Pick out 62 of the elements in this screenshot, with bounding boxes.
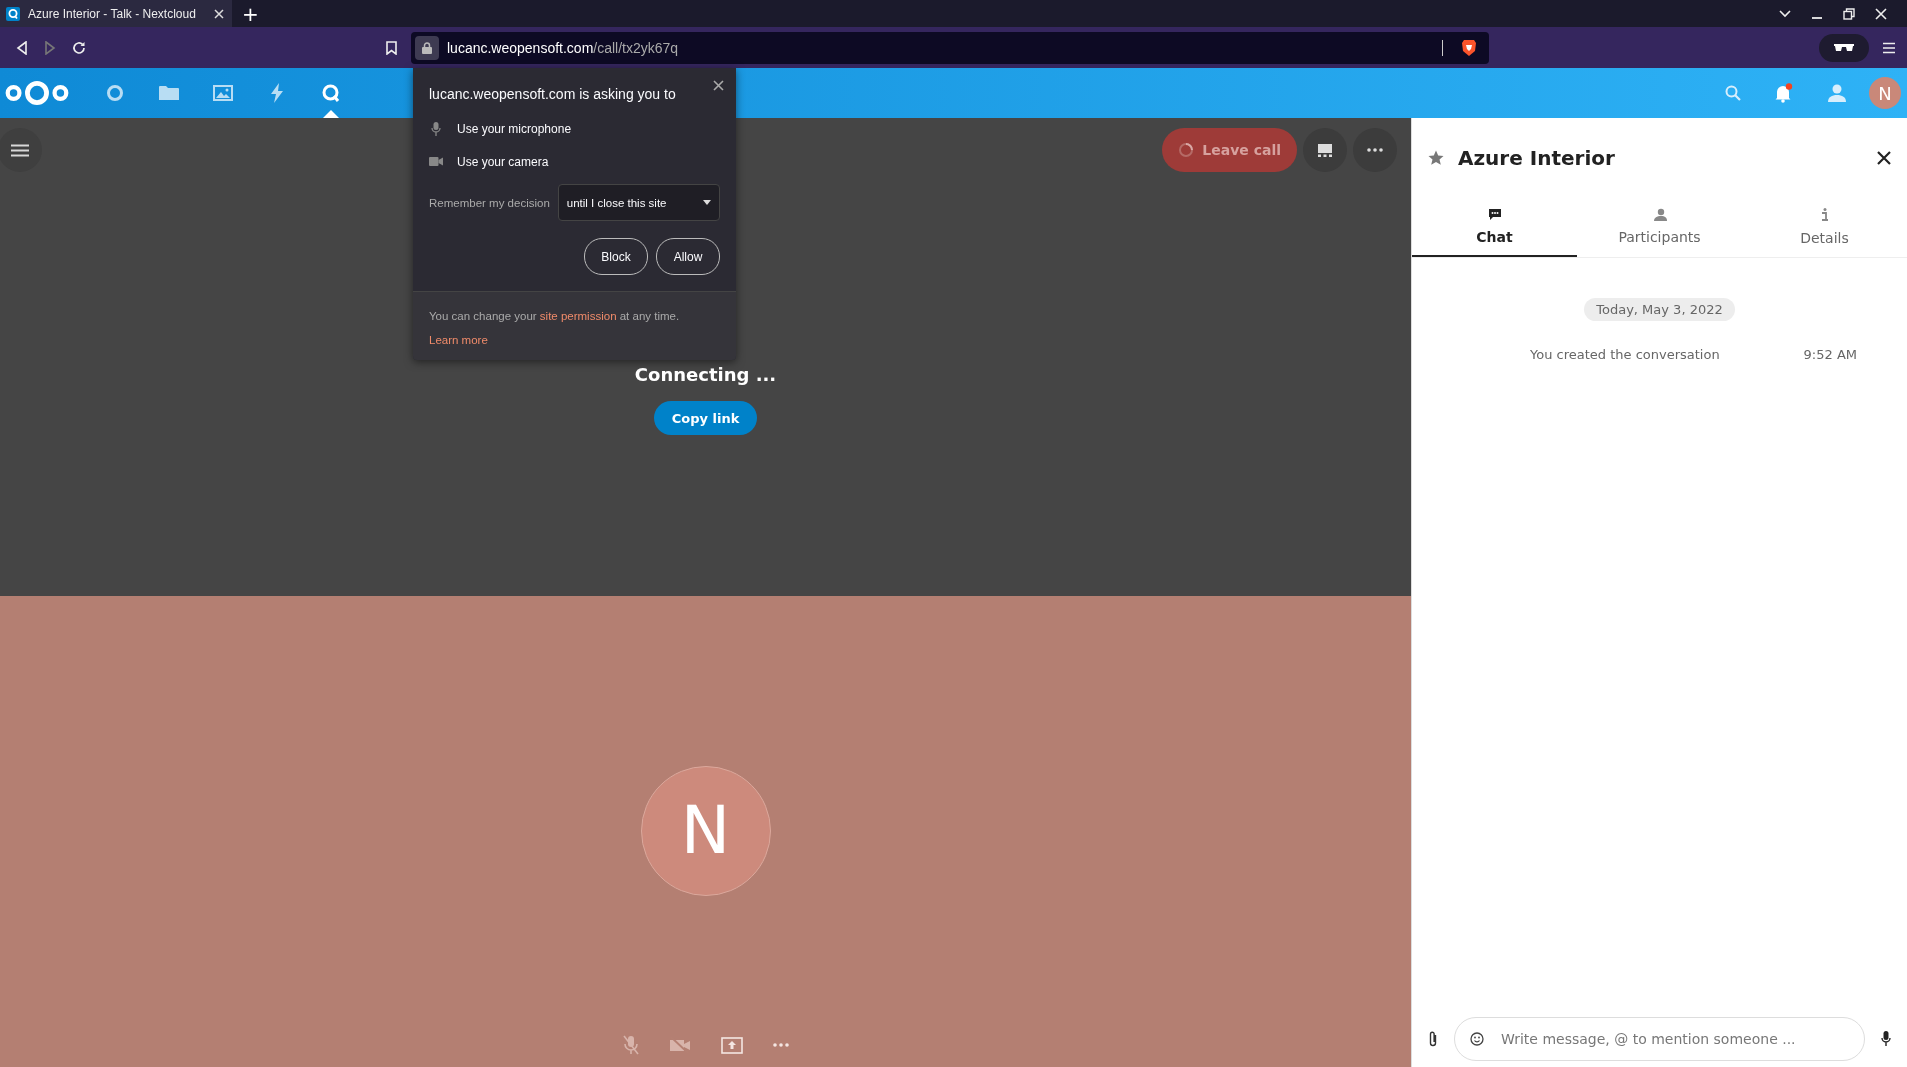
restore-icon[interactable]	[1843, 7, 1855, 20]
back-icon[interactable]	[16, 40, 28, 55]
camera-icon	[429, 157, 443, 166]
permission-request: Use your microphone	[457, 121, 572, 136]
paperclip-icon[interactable]	[1428, 1031, 1438, 1047]
address-bar[interactable]: lucanc.weopensoft.com/call/tx2yk67q	[411, 31, 1489, 64]
smiley-icon[interactable]	[1470, 1032, 1484, 1046]
microphone-icon[interactable]	[1881, 1031, 1891, 1047]
close-icon[interactable]	[713, 80, 724, 91]
connecting-status: Connecting ...	[634, 364, 777, 385]
forward-icon[interactable]	[44, 40, 56, 55]
grid-icon	[1318, 143, 1332, 157]
sidebar-tab[interactable]: Details	[1742, 208, 1907, 257]
learn-more-link[interactable]: Learn more	[429, 334, 488, 346]
participant-avatar: N	[640, 765, 771, 896]
permission-request: Use your camera	[457, 154, 549, 169]
screen-share-icon[interactable]	[720, 1036, 743, 1054]
bookmark-icon[interactable]	[386, 40, 397, 55]
image-icon	[213, 85, 233, 101]
more-icon[interactable]	[772, 1043, 789, 1047]
logo-icon[interactable]	[4, 79, 70, 107]
tab-title: Azure Interior - Talk - Nextcloud	[28, 6, 197, 21]
lock-button[interactable]	[415, 35, 439, 60]
message-time: 9:52 AM	[1803, 347, 1857, 362]
dialog-title: lucanc.weopensoft.com is asking you to	[429, 86, 677, 102]
info-icon	[1820, 208, 1829, 222]
site-permission-link[interactable]: site permission	[539, 310, 617, 322]
more-icon	[1367, 148, 1383, 152]
chevron-down-icon[interactable]	[1779, 9, 1791, 18]
permission-note: You can change your site permission at any time.	[429, 310, 681, 322]
sidebar-tab[interactable]: Chat	[1412, 208, 1577, 257]
menu-icon	[11, 143, 29, 157]
folder-icon	[159, 85, 179, 101]
star-icon[interactable]	[1428, 150, 1444, 166]
system-message: You created the conversation	[1530, 347, 1721, 362]
close-icon[interactable]	[1877, 151, 1891, 165]
lightning-icon	[270, 83, 284, 103]
conversation-title: Azure Interior	[1458, 146, 1615, 170]
spinner-icon	[1178, 142, 1195, 158]
private-mode-button[interactable]	[1819, 33, 1869, 62]
date-separator: Today, May 3, 2022	[1584, 298, 1735, 321]
browser-tab[interactable]: Azure Interior - Talk - Nextcloud	[0, 0, 232, 27]
dialog-button[interactable]: Allow	[656, 238, 720, 275]
copy-link-button[interactable]: Copy link	[653, 401, 758, 435]
url-text: lucanc.weopensoft.com/call/tx2yk67q	[447, 39, 679, 56]
reload-icon[interactable]	[72, 40, 86, 55]
dialog-button[interactable]: Block	[584, 238, 648, 275]
sidebar-tab[interactable]: Participants	[1577, 208, 1742, 257]
bell-icon[interactable]	[1773, 83, 1793, 103]
menu-icon[interactable]	[1883, 41, 1895, 54]
glasses-icon	[1834, 43, 1854, 52]
new-tab-button[interactable]: +	[232, 3, 269, 24]
layout-button[interactable]	[1303, 128, 1347, 172]
message-input[interactable]: Write message, @ to mention someone ...	[1454, 1017, 1865, 1061]
caret-icon	[703, 200, 711, 205]
remember-label: Remember my decision	[429, 196, 550, 209]
circle-icon	[106, 84, 124, 102]
lock-icon	[422, 41, 432, 54]
duration-dropdown[interactable]: until I close this site	[557, 184, 720, 221]
menu-button[interactable]	[0, 128, 42, 172]
person-icon	[1652, 208, 1667, 221]
microphone-icon	[429, 121, 443, 136]
